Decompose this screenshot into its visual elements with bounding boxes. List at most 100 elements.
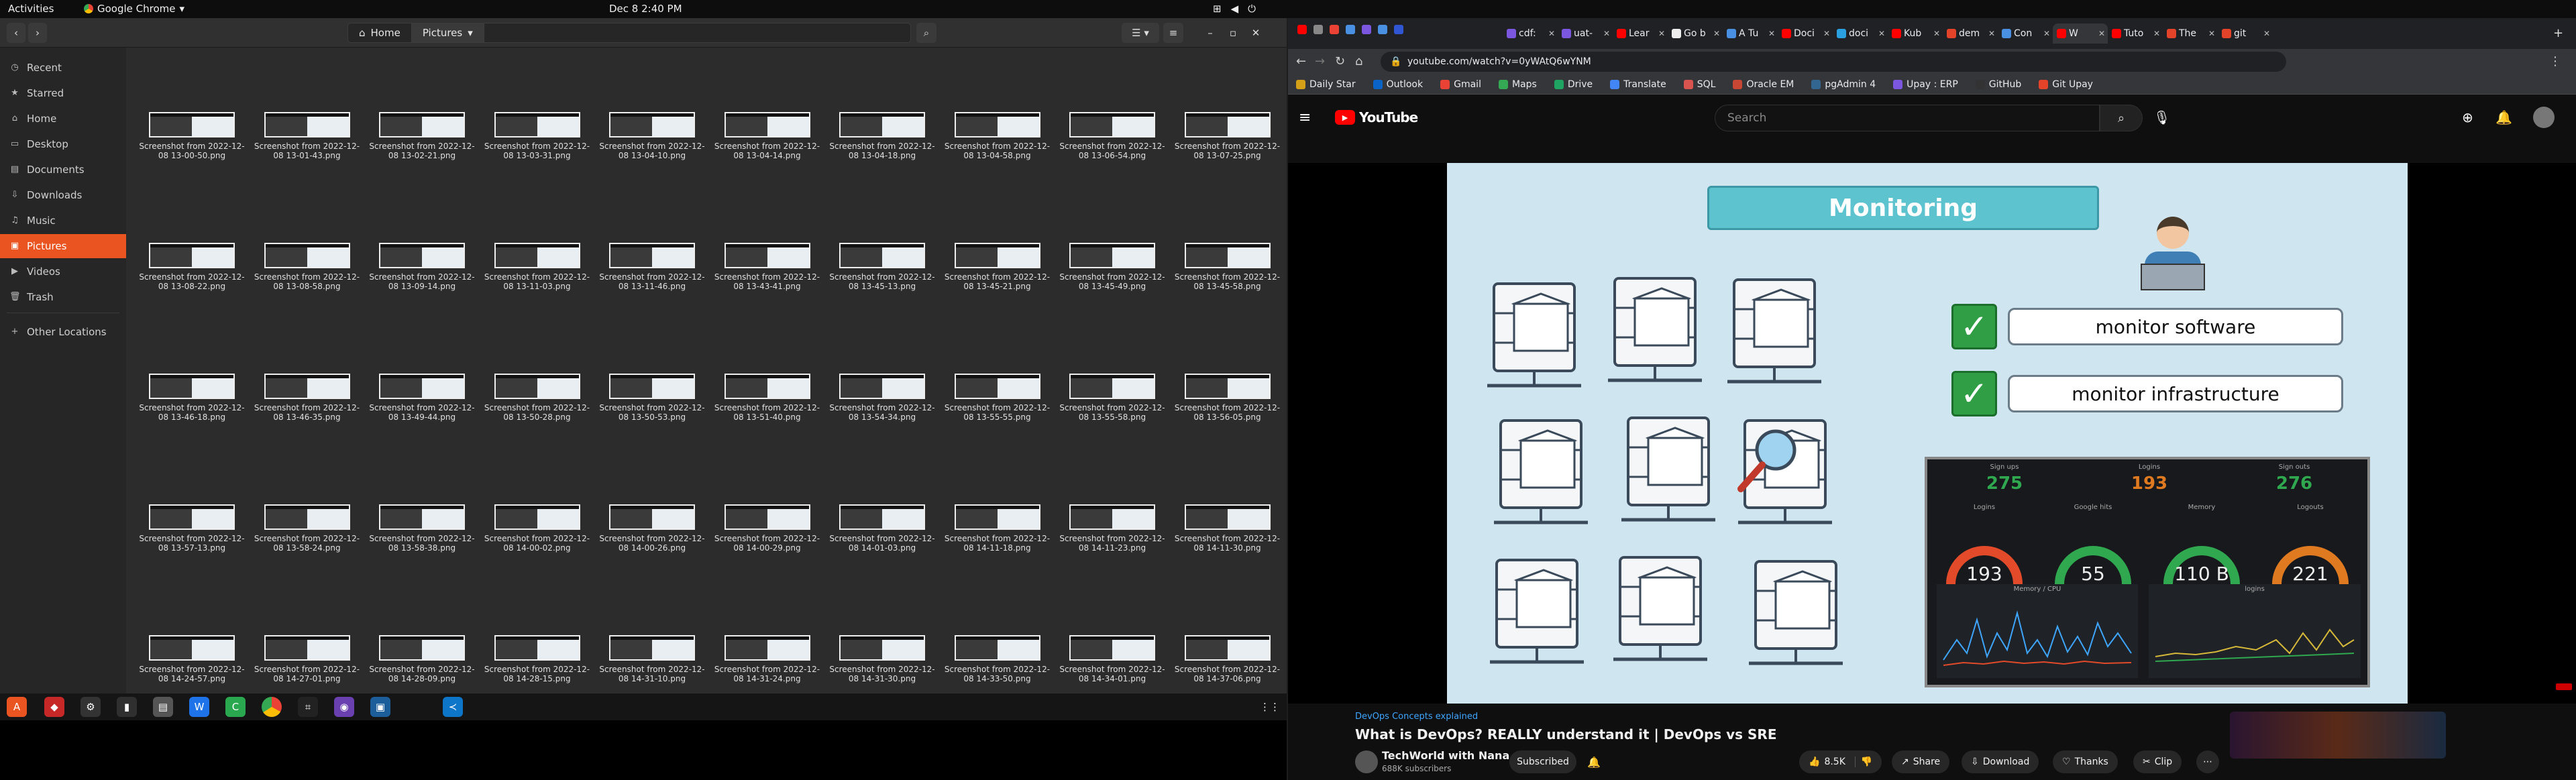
browser-tab[interactable]: The ✕ bbox=[2163, 23, 2218, 44]
bookmark-outlook[interactable]: Outlook bbox=[1373, 79, 1423, 90]
file-item[interactable]: Screenshot from 2022-12-08 14-11-30.png bbox=[1174, 504, 1281, 553]
sidebar-item-downloads[interactable]: ⇩ Downloads bbox=[0, 183, 126, 207]
bookmark-drive[interactable]: Drive bbox=[1554, 79, 1593, 90]
youtube-search-input[interactable]: Search bbox=[1715, 105, 2100, 131]
close-tab-icon[interactable]: ✕ bbox=[1988, 29, 1995, 38]
like-button[interactable]: 👍 8.5K 👎 bbox=[1799, 750, 1882, 773]
file-item[interactable]: Screenshot from 2022-12-08 13-09-14.png bbox=[368, 243, 476, 291]
file-item[interactable]: Screenshot from 2022-12-08 13-45-13.png bbox=[828, 243, 936, 291]
sidebar-item-music[interactable]: ♫ Music bbox=[0, 209, 126, 233]
file-item[interactable]: Screenshot from 2022-12-08 14-31-10.png bbox=[598, 635, 706, 683]
browser-tab[interactable]: uat- ✕ bbox=[1558, 23, 1613, 44]
browser-tab[interactable]: Tuto ✕ bbox=[2108, 23, 2163, 44]
channel-avatar[interactable] bbox=[1355, 750, 1378, 773]
file-item[interactable]: Screenshot from 2022-12-08 14-00-26.png bbox=[598, 504, 706, 553]
download-button[interactable]: ⇩ Download bbox=[1962, 750, 2039, 773]
close-tab-icon[interactable]: ✕ bbox=[2263, 29, 2270, 38]
file-item[interactable]: Screenshot from 2022-12-08 13-45-21.png bbox=[944, 243, 1051, 291]
more-icon[interactable]: ⋮ bbox=[2549, 54, 2561, 68]
close-tab-icon[interactable]: ✕ bbox=[1933, 29, 1940, 38]
tab-icon[interactable] bbox=[1394, 25, 1403, 34]
file-item[interactable]: Screenshot from 2022-12-08 14-00-02.png bbox=[484, 504, 591, 553]
file-item[interactable]: Screenshot from 2022-12-08 14-01-03.png bbox=[828, 504, 936, 553]
bookmark-upay-erp[interactable]: Upay : ERP bbox=[1893, 79, 1958, 90]
anydesk-icon[interactable]: ◆ bbox=[44, 697, 64, 717]
activities-button[interactable]: Activities bbox=[8, 3, 54, 15]
new-tab-button[interactable]: + bbox=[2553, 26, 2563, 40]
file-item[interactable]: Screenshot from 2022-12-08 13-04-14.png bbox=[714, 112, 821, 160]
close-tab-icon[interactable]: ✕ bbox=[2153, 29, 2160, 38]
avatar[interactable] bbox=[2533, 107, 2555, 128]
file-item[interactable]: Screenshot from 2022-12-08 13-01-43.png bbox=[254, 112, 361, 160]
file-item[interactable]: Screenshot from 2022-12-08 13-06-54.png bbox=[1059, 112, 1166, 160]
subscribed-button[interactable]: Subscribed bbox=[1509, 750, 1576, 773]
sidebar-item-trash[interactable]: 🗑 Trash bbox=[0, 285, 126, 309]
file-item[interactable]: Screenshot from 2022-12-08 13-58-38.png bbox=[368, 504, 476, 553]
close-tab-icon[interactable]: ✕ bbox=[1878, 29, 1885, 38]
file-item[interactable]: Screenshot from 2022-12-08 13-49-44.png bbox=[368, 374, 476, 422]
browser-tab[interactable]: Go b ✕ bbox=[1668, 23, 1723, 44]
file-item[interactable]: Screenshot from 2022-12-08 13-04-18.png bbox=[828, 112, 936, 160]
back-button[interactable]: ‹ bbox=[7, 23, 25, 43]
browser-tab[interactable]: W ✕ bbox=[2053, 23, 2108, 44]
sidebar-item-videos[interactable]: ▶ Videos bbox=[0, 260, 126, 284]
file-item[interactable]: Screenshot from 2022-12-08 13-02-21.png bbox=[368, 112, 476, 160]
file-item[interactable]: Screenshot from 2022-12-08 13-50-28.png bbox=[484, 374, 591, 422]
file-item[interactable]: Screenshot from 2022-12-08 14-00-29.png bbox=[714, 504, 821, 553]
file-item[interactable]: Screenshot from 2022-12-08 13-07-25.png bbox=[1174, 112, 1281, 160]
maximize-button[interactable]: ▫ bbox=[1224, 23, 1242, 43]
file-item[interactable]: Screenshot from 2022-12-08 13-46-18.png bbox=[138, 374, 246, 422]
close-tab-icon[interactable]: ✕ bbox=[1823, 29, 1830, 38]
sidebar-item-documents[interactable]: ▤ Documents bbox=[0, 158, 126, 182]
mic-icon[interactable]: 🎙 bbox=[2153, 109, 2170, 125]
more-actions-button[interactable]: ⋯ bbox=[2196, 750, 2219, 773]
file-item[interactable]: Screenshot from 2022-12-08 14-11-18.png bbox=[944, 504, 1051, 553]
browser-tab[interactable]: Doci ✕ bbox=[1778, 23, 1833, 44]
bookmark-sql[interactable]: SQL bbox=[1683, 79, 1715, 90]
video-frame[interactable]: Monitoring ✓ monitor software ✓ monitor … bbox=[1447, 163, 2408, 704]
create-icon[interactable]: ⊕ bbox=[2462, 109, 2473, 125]
sidebar-item-pictures[interactable]: ▣ Pictures bbox=[0, 234, 126, 258]
share-button[interactable]: ↗ Share bbox=[1892, 750, 1950, 773]
system-tray[interactable]: ⊞ ◀ ⏻ bbox=[1213, 3, 1256, 15]
youtube-search-button[interactable]: ⌕ bbox=[2100, 105, 2143, 131]
close-tab-icon[interactable]: ✕ bbox=[2043, 29, 2050, 38]
video-hashtag[interactable]: DevOps Concepts explained bbox=[1355, 712, 1478, 722]
image-viewer-icon[interactable]: ▣ bbox=[370, 697, 390, 717]
tab-icon[interactable] bbox=[1313, 25, 1323, 34]
clock[interactable]: Dec 8 2:40 PM bbox=[609, 3, 682, 15]
file-item[interactable]: Screenshot from 2022-12-08 13-11-03.png bbox=[484, 243, 591, 291]
screenshot-icon[interactable]: ⌗ bbox=[298, 697, 318, 717]
ad-banner[interactable] bbox=[2230, 712, 2446, 759]
sidebar-item-other-locations[interactable]: + Other Locations bbox=[0, 320, 126, 344]
bookmark-oracle-em[interactable]: Oracle EM bbox=[1733, 79, 1794, 90]
vscode-icon[interactable]: ≺ bbox=[443, 697, 463, 717]
browser-tab[interactable]: Lear ✕ bbox=[1613, 23, 1668, 44]
view-toggle-button[interactable]: ☰ ▾ bbox=[1122, 23, 1159, 43]
chrome-icon[interactable] bbox=[262, 697, 282, 717]
youtube-tab-icon[interactable] bbox=[1297, 25, 1307, 34]
browser-tab[interactable]: Kub ✕ bbox=[1888, 23, 1943, 44]
sidebar-item-starred[interactable]: ★ Starred bbox=[0, 81, 126, 105]
youtube-logo[interactable]: ▶ YouTube bbox=[1335, 109, 1418, 125]
bell-icon[interactable]: 🔔 bbox=[2496, 109, 2512, 125]
tab-icon[interactable] bbox=[1378, 25, 1387, 34]
file-item[interactable]: Screenshot from 2022-12-08 13-56-05.png bbox=[1174, 374, 1281, 422]
ubuntu-software-icon[interactable]: A bbox=[7, 697, 27, 717]
file-item[interactable]: Screenshot from 2022-12-08 13-11-46.png bbox=[598, 243, 706, 291]
file-item[interactable]: Screenshot from 2022-12-08 14-28-09.png bbox=[368, 635, 476, 683]
gmail-tab-icon[interactable] bbox=[1330, 25, 1339, 34]
bookmark-daily-star[interactable]: Daily Star bbox=[1296, 79, 1356, 90]
file-item[interactable]: Screenshot from 2022-12-08 13-43-41.png bbox=[714, 243, 821, 291]
file-item[interactable]: Screenshot from 2022-12-08 14-27-01.png bbox=[254, 635, 361, 683]
file-item[interactable]: Screenshot from 2022-12-08 14-37-06.png bbox=[1174, 635, 1281, 683]
files-icon[interactable]: ▤ bbox=[153, 697, 173, 717]
file-item[interactable]: Screenshot from 2022-12-08 13-45-49.png bbox=[1059, 243, 1166, 291]
file-item[interactable]: Screenshot from 2022-12-08 14-24-57.png bbox=[138, 635, 246, 683]
close-tab-icon[interactable]: ✕ bbox=[1603, 29, 1610, 38]
settings-icon[interactable]: ⚙ bbox=[80, 697, 101, 717]
file-item[interactable]: Screenshot from 2022-12-08 13-58-24.png bbox=[254, 504, 361, 553]
file-item[interactable]: Screenshot from 2022-12-08 13-55-58.png bbox=[1059, 374, 1166, 422]
sidebar-item-recent[interactable]: ◷ Recent bbox=[0, 56, 126, 80]
browser-tab[interactable]: A Tu ✕ bbox=[1723, 23, 1778, 44]
